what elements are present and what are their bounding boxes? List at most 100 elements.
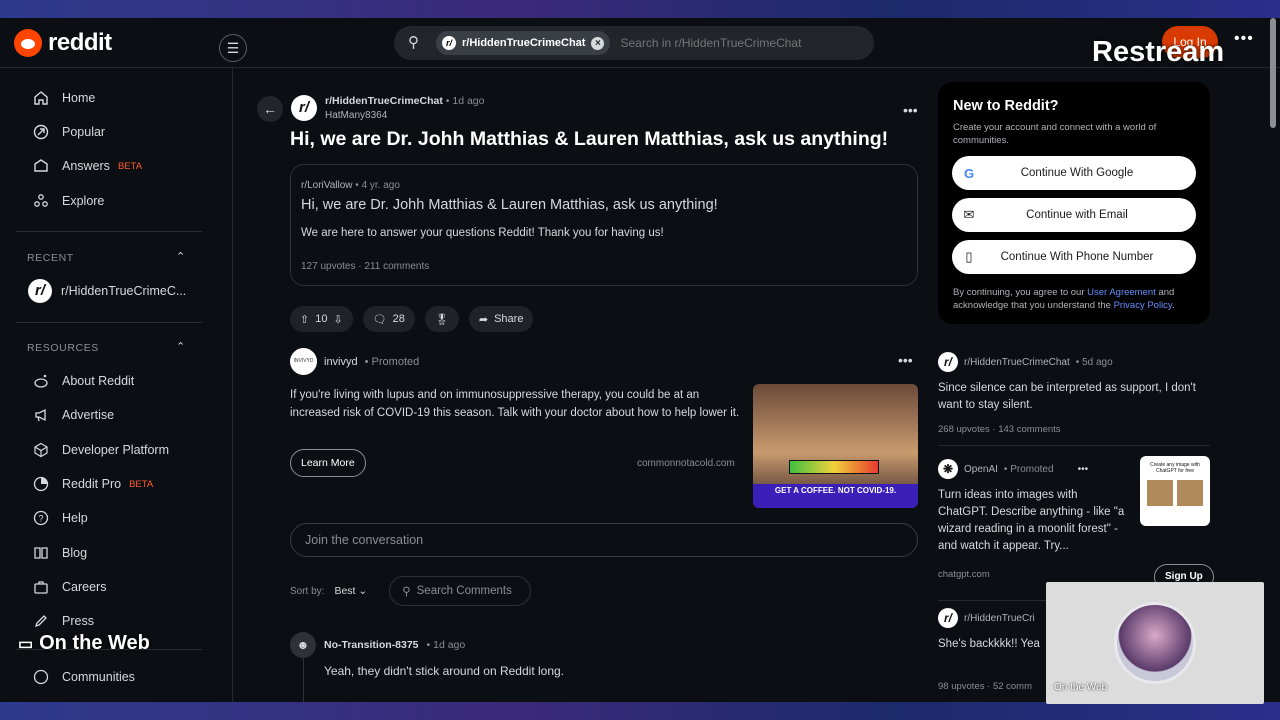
collapse-resources-chevron-icon[interactable]: ⌃ xyxy=(176,340,185,353)
sidebar-item-explore[interactable]: Explore xyxy=(32,191,104,211)
post-actions: ⇧ 10 ⇩ 🗨 28 🎖 ➦ Share xyxy=(290,306,534,332)
comments-button[interactable]: 🗨 28 xyxy=(362,306,415,332)
sidebar-item-reddit-pro[interactable]: Reddit Pro BETA xyxy=(32,474,153,494)
sidebar-item-communities[interactable]: Communities xyxy=(32,667,135,687)
crosspost-card[interactable]: r/LoriVallow • 4 yr. ago Hi, we are Dr. … xyxy=(290,164,918,286)
ad-domain[interactable]: commonnotacold.com xyxy=(637,458,735,469)
share-icon: ➦ xyxy=(478,313,489,326)
related-post[interactable]: r/ r/HiddenTrueCri She's backkkk!! Yea 9… xyxy=(938,608,1043,692)
pen-icon xyxy=(32,612,50,630)
page-scrollbar[interactable] xyxy=(1270,18,1276,128)
award-icon: 🎖 xyxy=(434,313,449,326)
collapse-recent-chevron-icon[interactable]: ⌃ xyxy=(176,250,185,263)
beta-badge: BETA xyxy=(129,478,154,490)
toggle-sidebar-button[interactable]: ☰ xyxy=(219,34,247,62)
subreddit-avatar[interactable]: r/ xyxy=(291,95,317,121)
sidebar-item-help[interactable]: ? Help xyxy=(32,508,88,528)
sidebar-item-popular[interactable]: Popular xyxy=(32,122,105,142)
join-conversation-input[interactable]: Join the conversation xyxy=(290,523,918,557)
sidebar-item-careers[interactable]: Careers xyxy=(32,577,106,597)
phone-icon: ▯ xyxy=(965,249,973,264)
search-comments-input[interactable]: ⚲ Search Comments xyxy=(389,576,531,606)
openai-ad-thumbnail[interactable]: Create any image with ChatGPT for free xyxy=(1140,456,1210,526)
sidebar-item-home[interactable]: Home xyxy=(32,88,95,108)
sidebar-item-label: Help xyxy=(62,511,88,525)
openai-ad-options-icon[interactable]: ••• xyxy=(1078,464,1089,475)
more-options-icon[interactable]: ••• xyxy=(1234,30,1254,48)
continue-with-email-button[interactable]: ✉ Continue with Email xyxy=(952,198,1196,232)
crosspost-subreddit[interactable]: r/LoriVallow xyxy=(301,180,353,191)
comment-author[interactable]: No-Transition-8375 xyxy=(324,639,419,651)
monitor-icon: ▭ xyxy=(18,635,34,653)
ad-image[interactable]: GET A COFFEE. NOT COVID-19. xyxy=(753,384,918,508)
award-button[interactable]: 🎖 xyxy=(424,306,459,332)
avatar[interactable]: ☻ xyxy=(290,632,316,658)
continue-with-phone-button[interactable]: ▯ Continue With Phone Number xyxy=(952,240,1196,274)
sidebar-item-advertise[interactable]: Advertise xyxy=(32,405,114,425)
answers-icon xyxy=(32,157,50,175)
crosspost-time: 4 yr. ago xyxy=(361,180,400,191)
post-author[interactable]: HatMany8364 xyxy=(325,110,485,121)
back-button[interactable]: ← xyxy=(257,96,283,122)
comment-icon: 🗨 xyxy=(372,313,387,326)
explore-icon xyxy=(32,192,50,210)
search-icon: ⚲ xyxy=(408,34,419,51)
ad-options-icon[interactable]: ••• xyxy=(898,352,913,368)
signup-subtitle: Create your account and connect with a w… xyxy=(953,122,1157,146)
post-options-icon[interactable]: ••• xyxy=(903,102,918,118)
signup-card: New to Reddit? Create your account and c… xyxy=(938,82,1210,324)
crosspost-upvotes: 127 upvotes xyxy=(301,261,356,272)
sort-label: Sort by: xyxy=(290,585,325,597)
sidebar-item-developer-platform[interactable]: Developer Platform xyxy=(32,440,169,460)
streamer-avatar xyxy=(1114,602,1196,684)
sidebar-item-label: Reddit Pro xyxy=(62,477,122,491)
on-the-web-overlay: ▭ On the Web xyxy=(18,632,150,654)
downvote-icon[interactable]: ⇩ xyxy=(333,313,342,326)
related-post-title[interactable]: Since silence can be interpreted as supp… xyxy=(938,380,1210,414)
ad-header: INVIVYD invivyd • Promoted xyxy=(290,348,419,375)
sidebar-item-label: Careers xyxy=(62,580,107,594)
privacy-policy-link[interactable]: Privacy Policy xyxy=(1114,300,1172,311)
webcam-label: On the Web xyxy=(1054,682,1108,693)
megaphone-icon xyxy=(32,406,50,424)
logo-text: reddit xyxy=(48,29,112,56)
openai-logo-icon: ❋ xyxy=(938,459,958,479)
clear-chip-icon[interactable]: × xyxy=(591,36,605,50)
comment-thread-line[interactable] xyxy=(303,658,304,702)
ad-text[interactable]: If you're living with lupus and on immun… xyxy=(290,386,740,422)
sort-dropdown[interactable]: Best ⌄ xyxy=(334,585,367,597)
continue-with-google-button[interactable]: G Continue With Google xyxy=(952,156,1196,190)
related-subreddit[interactable]: r/HiddenTrueCrimeChat xyxy=(964,357,1070,368)
subreddit-avatar: r/ xyxy=(938,352,958,372)
sidebar-item-blog[interactable]: Blog xyxy=(32,543,87,563)
sidebar-item-answers[interactable]: Answers BETA xyxy=(32,156,142,176)
search-input[interactable] xyxy=(620,36,841,50)
crosspost-title[interactable]: Hi, we are Dr. Johh Matthias & Lauren Ma… xyxy=(301,197,718,213)
webcam-overlay: On the Web xyxy=(1046,582,1264,704)
learn-more-button[interactable]: Learn More xyxy=(290,449,366,477)
advertiser-logo[interactable]: INVIVYD xyxy=(290,348,317,375)
pro-icon xyxy=(32,475,50,493)
openai-ad[interactable]: ❋ OpenAI • Promoted ••• Turn ideas into … xyxy=(938,459,1128,580)
search-icon: ⚲ xyxy=(402,586,411,598)
sidebar-item-label: Blog xyxy=(62,546,88,560)
advertiser-name[interactable]: invivyd xyxy=(324,356,358,368)
comment-count: 28 xyxy=(392,313,405,325)
reddit-logo[interactable]: reddit xyxy=(14,29,112,57)
legal-text: By continuing, you agree to our User Agr… xyxy=(953,287,1175,311)
search-comments-label: Search Comments xyxy=(416,585,512,597)
openai-ad-domain[interactable]: chatgpt.com xyxy=(938,569,1128,580)
post-subreddit-link[interactable]: r/HiddenTrueCrimeChat xyxy=(325,95,443,107)
openai-advertiser[interactable]: OpenAI xyxy=(964,464,998,475)
sidebar-item-press[interactable]: Press xyxy=(32,611,94,631)
sidebar-item-about-reddit[interactable]: About Reddit xyxy=(32,371,134,391)
recent-subreddit-item[interactable]: r/ r/HiddenTrueCrimeC... xyxy=(28,279,186,303)
search-community-chip[interactable]: r/ r/HiddenTrueCrimeChat × xyxy=(436,31,611,55)
openai-ad-text[interactable]: Turn ideas into images with ChatGPT. Des… xyxy=(938,487,1128,555)
share-button[interactable]: ➦ Share xyxy=(468,306,534,332)
search-bar[interactable]: ⚲ r/ r/HiddenTrueCrimeChat × xyxy=(394,26,874,60)
upvote-icon[interactable]: ⇧ xyxy=(300,313,309,326)
user-agreement-link[interactable]: User Agreement xyxy=(1087,287,1156,298)
related-post[interactable]: r/ r/HiddenTrueCrimeChat • 5d ago Since … xyxy=(938,352,1210,435)
sidebar-item-label: About Reddit xyxy=(62,374,135,388)
